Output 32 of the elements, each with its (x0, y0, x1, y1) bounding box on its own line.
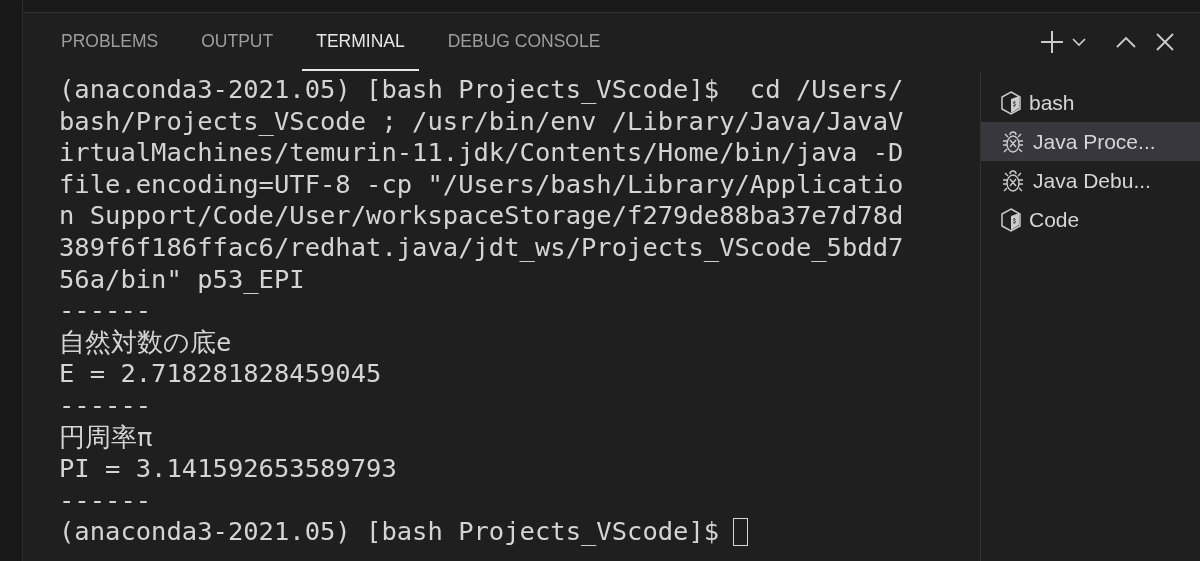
terminal-line: 389f6f186ffac6/redhat.java/jdt_ws/Projects_VScode_5bdd7 (59, 231, 905, 264)
terminal-list-item[interactable]: Java Debu... (981, 161, 1200, 200)
terminal-line: irtualMachines/temurin-11.jdk/Contents/Home/bin/java -D (59, 137, 905, 169)
panel-tab[interactable]: TERMINAL (302, 13, 419, 71)
terminal-line: E = 2.718281828459045 (59, 358, 383, 390)
terminal-line: bash/Projects_VScode ; /usr/bin/env /Library/Java/JavaV (59, 105, 905, 138)
terminal-line: ------ (59, 389, 153, 422)
terminal-icon (1001, 90, 1021, 115)
terminal-line: 56a/bin" p53_EPI (59, 263, 306, 296)
terminal-line: 円周率π (59, 421, 154, 454)
plus-icon[interactable] (1040, 30, 1064, 54)
terminal-prompt: (anaconda3-2021.05) [bash Projects_VScode]$ (59, 516, 720, 548)
terminal-line: n Support/Code/User/workspaceStorage/f279de88ba37e7d78d (59, 200, 905, 232)
close-icon[interactable] (1156, 33, 1174, 51)
bug-icon (1001, 168, 1025, 193)
terminal-icon (1001, 207, 1021, 232)
terminal-line: PI = 3.141592653589793 (59, 453, 398, 485)
bug-icon (1001, 129, 1025, 154)
terminal-line: 自然対数の底e (59, 326, 233, 359)
terminal-cursor (733, 518, 749, 547)
terminal-line: (anaconda3-2021.05) [bash Projects_VScode]$ cd /Users/ (59, 74, 905, 106)
panel-tab[interactable]: OUTPUT (187, 13, 288, 71)
panel-tab[interactable]: PROBLEMS (47, 13, 173, 71)
terminal-line: ------ (59, 295, 153, 327)
terminal-list-item[interactable]: bash (981, 83, 1200, 122)
panel-tab[interactable]: DEBUG CONSOLE (433, 13, 615, 71)
chevron-up-icon[interactable] (1116, 36, 1136, 48)
chevron-down-icon[interactable] (1072, 37, 1086, 47)
terminal-line: ------ (59, 484, 153, 517)
terminal-list-item[interactable]: Java Proce... (981, 122, 1200, 161)
terminal-line: file.encoding=UTF-8 -cp "/Users/bash/Library/Applicatio (59, 168, 905, 201)
terminal-list-item[interactable]: Code (981, 200, 1200, 239)
